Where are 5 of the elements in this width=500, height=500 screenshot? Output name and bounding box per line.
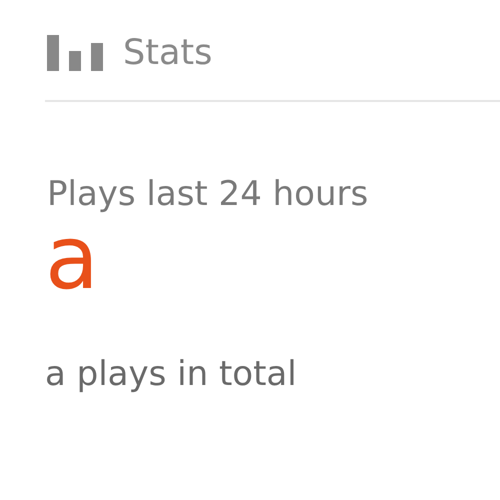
bar-chart-icon	[47, 35, 103, 71]
total-plays: a plays in total	[45, 354, 298, 394]
stat-value: a	[45, 214, 99, 302]
stat-label: Plays last 24 hours	[47, 174, 370, 214]
section-title: Stats	[123, 33, 212, 73]
